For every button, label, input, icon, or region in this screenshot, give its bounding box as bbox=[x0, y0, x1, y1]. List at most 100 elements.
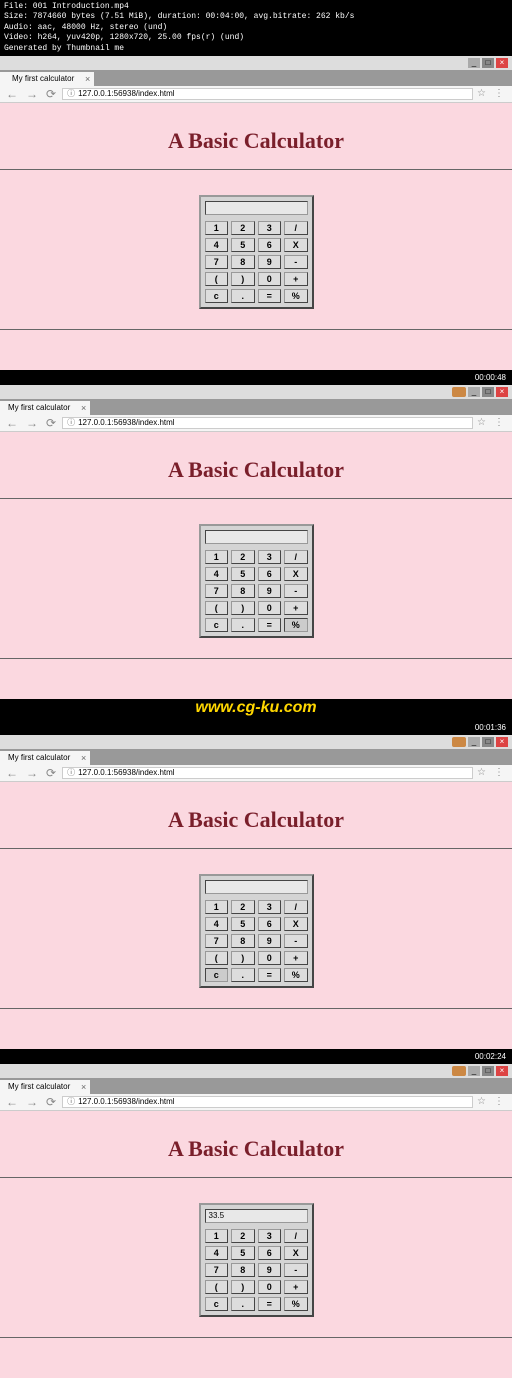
calc-button-.[interactable]: . bbox=[231, 289, 255, 303]
calc-button-8[interactable]: 8 bbox=[231, 934, 255, 948]
calc-button-=[interactable]: = bbox=[258, 1297, 282, 1311]
back-icon[interactable]: ← bbox=[4, 416, 20, 430]
calc-button-8[interactable]: 8 bbox=[231, 584, 255, 598]
back-icon[interactable]: ← bbox=[4, 1095, 20, 1109]
calc-button--[interactable]: - bbox=[284, 1263, 308, 1277]
close-icon[interactable]: × bbox=[496, 737, 508, 747]
maximize-icon[interactable]: □ bbox=[482, 58, 494, 68]
calc-button-%[interactable]: % bbox=[284, 968, 308, 982]
calc-button-%[interactable]: % bbox=[284, 289, 308, 303]
tab-close-icon[interactable]: × bbox=[81, 753, 86, 763]
calc-button-)[interactable]: ) bbox=[231, 1280, 255, 1294]
calc-display[interactable] bbox=[205, 201, 308, 215]
minimize-icon[interactable]: _ bbox=[468, 58, 480, 68]
menu-icon[interactable]: ⋮ bbox=[490, 417, 508, 428]
calc-button-0[interactable]: 0 bbox=[258, 272, 282, 286]
bookmark-icon[interactable]: ☆ bbox=[477, 767, 486, 778]
calc-button-+[interactable]: + bbox=[284, 272, 308, 286]
menu-icon[interactable]: ⋮ bbox=[490, 88, 508, 99]
forward-icon[interactable]: → bbox=[24, 766, 40, 780]
calc-button-([interactable]: ( bbox=[205, 272, 229, 286]
calc-button-X[interactable]: X bbox=[284, 567, 308, 581]
calc-button-([interactable]: ( bbox=[205, 951, 229, 965]
browser-tab[interactable]: My first calculator × bbox=[0, 1080, 90, 1094]
calc-button-2[interactable]: 2 bbox=[231, 550, 255, 564]
calc-button-c[interactable]: c bbox=[205, 618, 229, 632]
reload-icon[interactable]: ⟳ bbox=[44, 766, 58, 780]
calc-button-7[interactable]: 7 bbox=[205, 584, 229, 598]
calc-button--[interactable]: - bbox=[284, 584, 308, 598]
calc-button-9[interactable]: 9 bbox=[258, 255, 282, 269]
back-icon[interactable]: ← bbox=[4, 87, 20, 101]
menu-icon[interactable]: ⋮ bbox=[490, 767, 508, 778]
calc-button-6[interactable]: 6 bbox=[258, 567, 282, 581]
calc-button-0[interactable]: 0 bbox=[258, 951, 282, 965]
tab-close-icon[interactable]: × bbox=[85, 74, 90, 84]
calc-button-%[interactable]: % bbox=[284, 618, 308, 632]
calc-button-1[interactable]: 1 bbox=[205, 1229, 229, 1243]
browser-tab[interactable]: My first calculator × bbox=[0, 401, 90, 415]
calc-button-/[interactable]: / bbox=[284, 900, 308, 914]
calc-button-3[interactable]: 3 bbox=[258, 1229, 282, 1243]
forward-icon[interactable]: → bbox=[24, 416, 40, 430]
calc-button-)[interactable]: ) bbox=[231, 601, 255, 615]
calc-button-/[interactable]: / bbox=[284, 1229, 308, 1243]
calc-button-=[interactable]: = bbox=[258, 968, 282, 982]
calc-button-2[interactable]: 2 bbox=[231, 1229, 255, 1243]
calc-button-7[interactable]: 7 bbox=[205, 934, 229, 948]
reload-icon[interactable]: ⟳ bbox=[44, 1095, 58, 1109]
calc-button-3[interactable]: 3 bbox=[258, 900, 282, 914]
calc-button-X[interactable]: X bbox=[284, 238, 308, 252]
calc-button-+[interactable]: + bbox=[284, 1280, 308, 1294]
calc-button-2[interactable]: 2 bbox=[231, 221, 255, 235]
tab-close-icon[interactable]: × bbox=[81, 1082, 86, 1092]
forward-icon[interactable]: → bbox=[24, 1095, 40, 1109]
calc-button-/[interactable]: / bbox=[284, 221, 308, 235]
calc-button-1[interactable]: 1 bbox=[205, 900, 229, 914]
calc-button-3[interactable]: 3 bbox=[258, 221, 282, 235]
minimize-icon[interactable]: _ bbox=[468, 737, 480, 747]
calc-button-4[interactable]: 4 bbox=[205, 917, 229, 931]
menu-icon[interactable]: ⋮ bbox=[490, 1096, 508, 1107]
calc-button-5[interactable]: 5 bbox=[231, 567, 255, 581]
reload-icon[interactable]: ⟳ bbox=[44, 416, 58, 430]
calc-display[interactable] bbox=[205, 880, 308, 894]
url-field[interactable]: ⓘ 127.0.0.1:56938/index.html bbox=[62, 1096, 473, 1108]
calc-button-6[interactable]: 6 bbox=[258, 1246, 282, 1260]
calc-display[interactable]: 33.5 bbox=[205, 1209, 308, 1223]
back-icon[interactable]: ← bbox=[4, 766, 20, 780]
browser-tab[interactable]: My first calculator × bbox=[0, 72, 94, 86]
maximize-icon[interactable]: □ bbox=[482, 737, 494, 747]
calc-button--[interactable]: - bbox=[284, 934, 308, 948]
calc-button-0[interactable]: 0 bbox=[258, 601, 282, 615]
calc-button-.[interactable]: . bbox=[231, 1297, 255, 1311]
bookmark-icon[interactable]: ☆ bbox=[477, 88, 486, 99]
calc-button-1[interactable]: 1 bbox=[205, 221, 229, 235]
calc-button-=[interactable]: = bbox=[258, 618, 282, 632]
url-field[interactable]: ⓘ 127.0.0.1:56938/index.html bbox=[62, 767, 473, 779]
calc-button-+[interactable]: + bbox=[284, 601, 308, 615]
calc-button-9[interactable]: 9 bbox=[258, 934, 282, 948]
reload-icon[interactable]: ⟳ bbox=[44, 87, 58, 101]
minimize-icon[interactable]: _ bbox=[468, 1066, 480, 1076]
tab-close-icon[interactable]: × bbox=[81, 403, 86, 413]
calc-button-c[interactable]: c bbox=[205, 1297, 229, 1311]
calc-button-7[interactable]: 7 bbox=[205, 255, 229, 269]
calc-button--[interactable]: - bbox=[284, 255, 308, 269]
calc-button-9[interactable]: 9 bbox=[258, 584, 282, 598]
calc-button-/[interactable]: / bbox=[284, 550, 308, 564]
close-icon[interactable]: × bbox=[496, 387, 508, 397]
calc-button-c[interactable]: c bbox=[205, 289, 229, 303]
user-icon[interactable] bbox=[452, 387, 466, 397]
calc-button-8[interactable]: 8 bbox=[231, 1263, 255, 1277]
calc-button-2[interactable]: 2 bbox=[231, 900, 255, 914]
calc-button-=[interactable]: = bbox=[258, 289, 282, 303]
calc-button-%[interactable]: % bbox=[284, 1297, 308, 1311]
maximize-icon[interactable]: □ bbox=[482, 1066, 494, 1076]
calc-button-)[interactable]: ) bbox=[231, 272, 255, 286]
calc-button-5[interactable]: 5 bbox=[231, 1246, 255, 1260]
calc-button-+[interactable]: + bbox=[284, 951, 308, 965]
close-icon[interactable]: × bbox=[496, 1066, 508, 1076]
calc-button-5[interactable]: 5 bbox=[231, 238, 255, 252]
calc-button-4[interactable]: 4 bbox=[205, 1246, 229, 1260]
